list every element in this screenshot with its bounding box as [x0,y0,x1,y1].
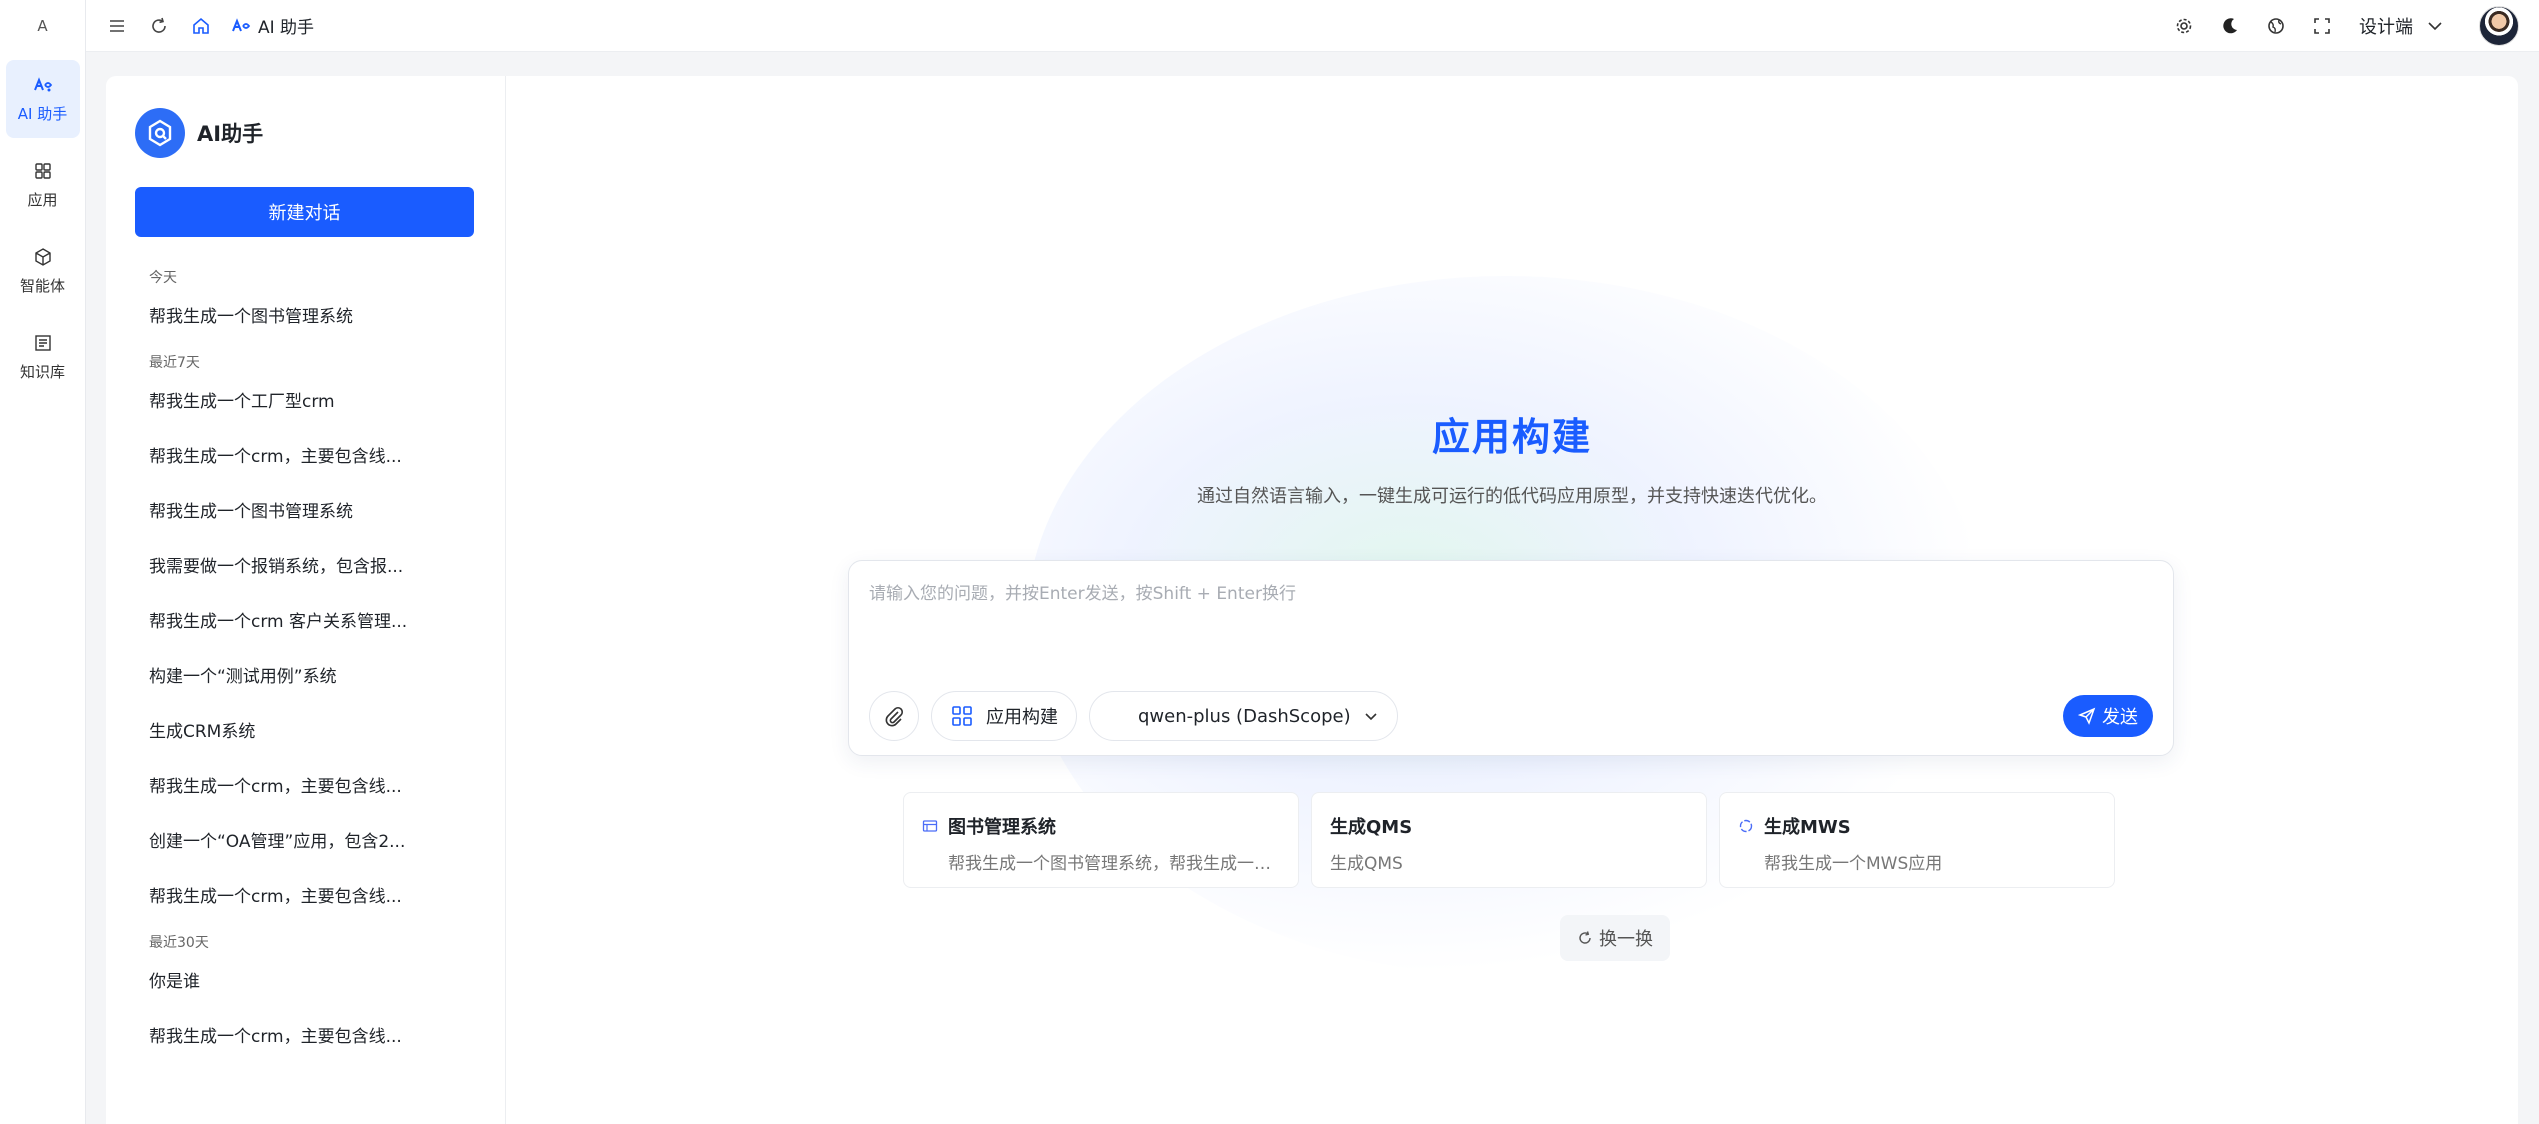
rail-item-ai-assistant[interactable]: AI 助手 [5,60,80,138]
prompt-input[interactable] [869,579,2149,679]
apps-grid-icon [34,162,51,179]
suggestion-title: 生成MWS [1764,817,1851,838]
prompt-composer: 应用构建 qwen-plus (DashScope) 发送 [848,560,2174,756]
suggestion-card[interactable]: 图书管理系统 帮我生成一个图书管理系统，帮我生成一个图书管理系统 [903,792,1299,888]
history-item[interactable]: 帮我生成一个crm，主要包含线... [135,430,475,485]
brand-title: AI助手 [197,122,264,146]
user-avatar[interactable] [2479,5,2519,46]
main-panel: AI助手 新建对话 今天 帮我生成一个图书管理系统 最近7天 帮我生成一个工厂型… [106,76,2518,1124]
history-item[interactable]: 帮我生成一个图书管理系统 [135,290,475,345]
chevron-down-icon [2428,21,2442,30]
table-icon [922,820,938,832]
page-subtitle: 通过自然语言输入，一键生成可运行的低代码应用原型，并支持快速迭代优化。 [1197,486,1827,507]
rail-item-label: AI 助手 [17,104,68,123]
designer-switch[interactable]: 设计端 [2359,13,2443,39]
composer-area: 应用构建 通过自然语言输入，一键生成可运行的低代码应用原型，并支持快速迭代优化。… [506,76,2518,1124]
suggestion-desc: 帮我生成一个MWS应用 [1764,854,1943,874]
rail-item-apps[interactable]: 应用 [6,146,80,224]
paperclip-icon [885,706,904,727]
suggestion-desc: 帮我生成一个图书管理系统，帮我生成一个图书管理系统 [948,854,1282,874]
attach-button[interactable] [869,691,919,741]
history-item[interactable]: 帮我生成一个图书管理系统 [135,485,475,540]
suggestion-card[interactable]: 生成QMS 生成QMS [1311,792,1707,888]
breadcrumb[interactable]: AI 助手 [230,13,314,38]
suggestion-title: 生成QMS [1330,817,1413,838]
history-item[interactable]: 你是谁 [135,955,475,1010]
chevron-down-icon [1365,713,1377,721]
settings-gear-icon[interactable] [2173,15,2195,37]
suggestion-title: 图书管理系统 [948,817,1056,838]
history-item[interactable]: 帮我生成一个工厂型crm [135,375,475,430]
home-icon[interactable] [190,15,212,37]
send-label: 发送 [2102,707,2138,728]
send-button[interactable]: 发送 [2063,695,2153,737]
topbar-actions: 设计端 [2149,5,2539,46]
history-item[interactable]: 帮我生成一个crm，主要包含线... [135,1010,475,1065]
history-item[interactable]: 帮我生成一个crm，主要包含线... [135,760,475,815]
new-chat-button[interactable]: 新建对话 [135,187,474,237]
chat-history: 今天 帮我生成一个图书管理系统 最近7天 帮我生成一个工厂型crm 帮我生成一个… [135,266,475,1065]
history-item[interactable]: 生成CRM系统 [135,705,475,760]
history-group-title: 最近30天 [149,935,209,951]
history-item[interactable]: 我需要做一个报销系统，包含报... [135,540,475,595]
suggestion-desc: 生成QMS [1330,854,1403,874]
refresh-icon[interactable] [148,15,170,37]
brand-logo-icon [135,108,185,158]
breadcrumb-label: AI 助手 [258,18,315,38]
mode-selector[interactable]: 应用构建 [931,691,1077,741]
apps-grid-icon [952,706,972,726]
chat-sidebar: AI助手 新建对话 今天 帮我生成一个图书管理系统 最近7天 帮我生成一个工厂型… [106,76,506,1124]
page-title: 应用构建 [1431,415,1592,459]
history-item[interactable]: 帮我生成一个crm 客户关系管理... [135,595,475,650]
knowledge-base-icon [34,334,51,351]
suggestion-card[interactable]: 生成MWS 帮我生成一个MWS应用 [1719,792,2115,888]
composer-toolbar: 应用构建 qwen-plus (DashScope) 发送 [869,691,2153,741]
rail-item-label: 应用 [27,190,58,209]
rail-item-agents[interactable]: 智能体 [6,232,80,310]
history-item[interactable]: 帮我生成一个crm，主要包含线... [135,870,475,925]
shuffle-label: 换一换 [1599,929,1653,950]
model-label: qwen-plus (DashScope) [1138,705,1351,727]
brand: AI助手 [106,76,505,158]
agent-cube-icon [34,247,51,266]
history-group-title: 今天 [149,270,177,286]
ai-assistant-icon [232,17,251,31]
shuffle-button[interactable]: 换一换 [1560,915,1670,961]
fullscreen-icon[interactable] [2311,15,2333,37]
rail-logo[interactable]: A [0,0,85,52]
history-group-title: 最近7天 [149,355,200,371]
left-rail: A AI 助手 应用 智能体 知识库 [0,0,86,1124]
refresh-icon [1579,931,1591,944]
loading-circle-icon [1739,819,1753,833]
menu-icon[interactable] [106,15,128,37]
dark-mode-moon-icon[interactable] [2219,15,2241,37]
rail-item-label: 知识库 [19,362,65,381]
history-item[interactable]: 创建一个“OA管理”应用，包含2... [135,815,475,870]
history-item[interactable]: 构建一个“测试用例”系统 [135,650,475,705]
designer-label: 设计端 [2359,16,2413,38]
ai-assistant-icon [33,76,52,91]
mode-label: 应用构建 [986,707,1058,728]
rail-item-knowledge[interactable]: 知识库 [6,318,80,396]
rail-item-label: 智能体 [19,276,65,295]
top-bar: AI 助手 设计端 [86,0,2539,52]
suggestion-cards: 图书管理系统 帮我生成一个图书管理系统，帮我生成一个图书管理系统 生成QMS 生… [903,792,2115,888]
send-plane-icon [2078,707,2096,725]
language-globe-icon[interactable] [2265,15,2287,37]
model-selector[interactable]: qwen-plus (DashScope) [1089,691,1398,741]
